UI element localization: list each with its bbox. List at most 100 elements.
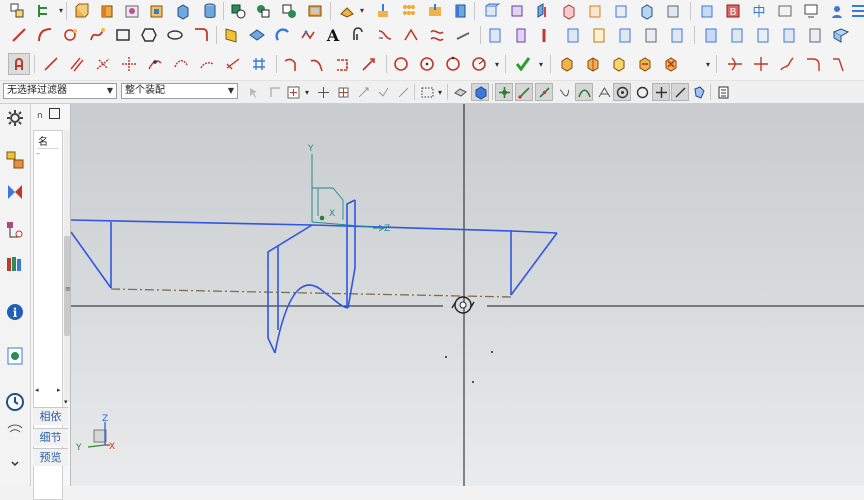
- fillet-tool-icon[interactable]: [306, 53, 328, 75]
- snap-end-point-icon[interactable]: [495, 83, 513, 101]
- louver-icon[interactable]: [614, 24, 636, 46]
- general-point-icon[interactable]: [266, 83, 284, 101]
- grid-view-icon[interactable]: [848, 0, 864, 22]
- intersection-icon[interactable]: [452, 24, 474, 46]
- delete-body-icon[interactable]: [660, 53, 682, 75]
- check-icon[interactable]: [512, 53, 534, 75]
- font-icon[interactable]: 中: [748, 0, 770, 22]
- offset-line-icon[interactable]: [222, 53, 244, 75]
- face-icon[interactable]: [424, 0, 446, 22]
- pattern-icon[interactable]: [304, 0, 326, 22]
- cylinder-icon[interactable]: [199, 0, 221, 22]
- point-on-curve-icon[interactable]: [144, 53, 166, 75]
- rectangle-icon[interactable]: [112, 24, 134, 46]
- collapse-icon[interactable]: –: [36, 149, 40, 158]
- snap-on-curve-icon[interactable]: [671, 83, 689, 101]
- snap-on-face-icon[interactable]: [690, 83, 708, 101]
- window-icon[interactable]: [662, 0, 684, 22]
- snap-arc-center-icon[interactable]: [595, 83, 613, 101]
- snap-existing-point-icon[interactable]: [652, 83, 670, 101]
- line-constraint-icon[interactable]: [40, 53, 62, 75]
- view-orient-icon[interactable]: [451, 83, 469, 101]
- chevron-down-icon[interactable]: [3, 452, 27, 476]
- snap-intersection-icon[interactable]: [575, 83, 593, 101]
- rebend-icon[interactable]: [666, 24, 688, 46]
- cube-view-icon[interactable]: [558, 0, 580, 22]
- maximize-icon[interactable]: [49, 108, 60, 119]
- corner-icon[interactable]: [776, 53, 798, 75]
- quick-extend-icon[interactable]: [828, 53, 850, 75]
- grid-icon[interactable]: [248, 53, 270, 75]
- thicken-icon[interactable]: [480, 0, 502, 22]
- law-curve-icon[interactable]: [272, 24, 294, 46]
- edit-icon[interactable]: [634, 53, 656, 75]
- jog-icon[interactable]: [536, 24, 558, 46]
- dropdown-arrow-icon[interactable]: ▾: [539, 60, 543, 69]
- perpendicular-icon[interactable]: [92, 53, 114, 75]
- assembly-icon[interactable]: [6, 0, 28, 22]
- dropdown-arrow-icon[interactable]: ▾: [305, 88, 309, 97]
- divide-curve-icon[interactable]: [400, 24, 422, 46]
- web-browser-icon[interactable]: [3, 344, 27, 368]
- snap-control-icon[interactable]: [555, 83, 573, 101]
- distance-icon[interactable]: [170, 53, 192, 75]
- radius-icon[interactable]: [468, 53, 490, 75]
- bend-icon[interactable]: [588, 24, 610, 46]
- snap-mid-icon[interactable]: [535, 83, 553, 101]
- tangent-icon[interactable]: [118, 53, 140, 75]
- sheet-body-icon[interactable]: [696, 0, 718, 22]
- unite-icon[interactable]: [252, 0, 274, 22]
- user-icon[interactable]: [826, 0, 848, 22]
- arc-icon[interactable]: [34, 24, 56, 46]
- help-icon[interactable]: B: [722, 0, 744, 22]
- dropdown-arrow-icon[interactable]: ▾: [706, 60, 710, 69]
- settings-icon[interactable]: [774, 0, 796, 22]
- helix-icon[interactable]: [220, 24, 242, 46]
- shaded-view-icon[interactable]: [471, 83, 489, 101]
- spline-icon[interactable]: [86, 24, 108, 46]
- trim-body-icon[interactable]: [227, 0, 249, 22]
- disable-snap-icon[interactable]: [354, 83, 372, 101]
- point-constructor-icon[interactable]: [334, 83, 352, 101]
- mirror-curve-icon[interactable]: [802, 53, 824, 75]
- closed-corner-icon[interactable]: [778, 24, 800, 46]
- offset-curve-icon[interactable]: [348, 24, 370, 46]
- unbend-icon[interactable]: [640, 24, 662, 46]
- project-curve-icon[interactable]: [426, 24, 448, 46]
- bead-icon[interactable]: [804, 24, 826, 46]
- snap-quadrant-icon[interactable]: [633, 83, 651, 101]
- body-icon[interactable]: [582, 53, 604, 75]
- blend-icon[interactable]: [450, 0, 472, 22]
- arc-tool-icon[interactable]: [280, 53, 302, 75]
- line-icon[interactable]: [8, 24, 30, 46]
- sweep-icon[interactable]: [336, 0, 358, 22]
- navigator-scrollbar[interactable]: ≡ ▾: [64, 130, 71, 406]
- circle-tool-icon[interactable]: [390, 53, 412, 75]
- dropdown-arrow-icon[interactable]: ▾: [495, 60, 499, 69]
- polygon-icon[interactable]: [138, 24, 160, 46]
- mesh-icon[interactable]: [372, 0, 394, 22]
- dropdown-arrow-icon[interactable]: ▾: [59, 6, 63, 15]
- surface-grid-icon[interactable]: [246, 24, 268, 46]
- block-icon[interactable]: [172, 0, 194, 22]
- wireframe-curves[interactable]: [71, 199, 558, 354]
- reuse-library-icon[interactable]: [3, 252, 27, 276]
- angle-icon[interactable]: [196, 53, 218, 75]
- export-icon[interactable]: [726, 24, 748, 46]
- section-icon[interactable]: [636, 0, 658, 22]
- extend-curve-icon[interactable]: [750, 53, 772, 75]
- patch-icon[interactable]: [398, 0, 420, 22]
- snap-midpoint-icon[interactable]: [394, 83, 412, 101]
- snap-face-icon[interactable]: [374, 83, 392, 101]
- bridge-curve-icon[interactable]: [374, 24, 396, 46]
- revolve-icon[interactable]: [96, 0, 118, 22]
- section-preview[interactable]: 预览: [33, 448, 68, 466]
- snap-circle-center-icon[interactable]: [613, 83, 631, 101]
- sheet-icon[interactable]: [608, 53, 630, 75]
- corner-relief-icon[interactable]: [752, 24, 774, 46]
- circle-tangent-icon[interactable]: [442, 53, 464, 75]
- chevron-right-icon[interactable]: ▸: [57, 386, 61, 394]
- point-dialog-icon[interactable]: [284, 83, 302, 101]
- part-icon[interactable]: [556, 53, 578, 75]
- trim-tool-icon[interactable]: [358, 53, 380, 75]
